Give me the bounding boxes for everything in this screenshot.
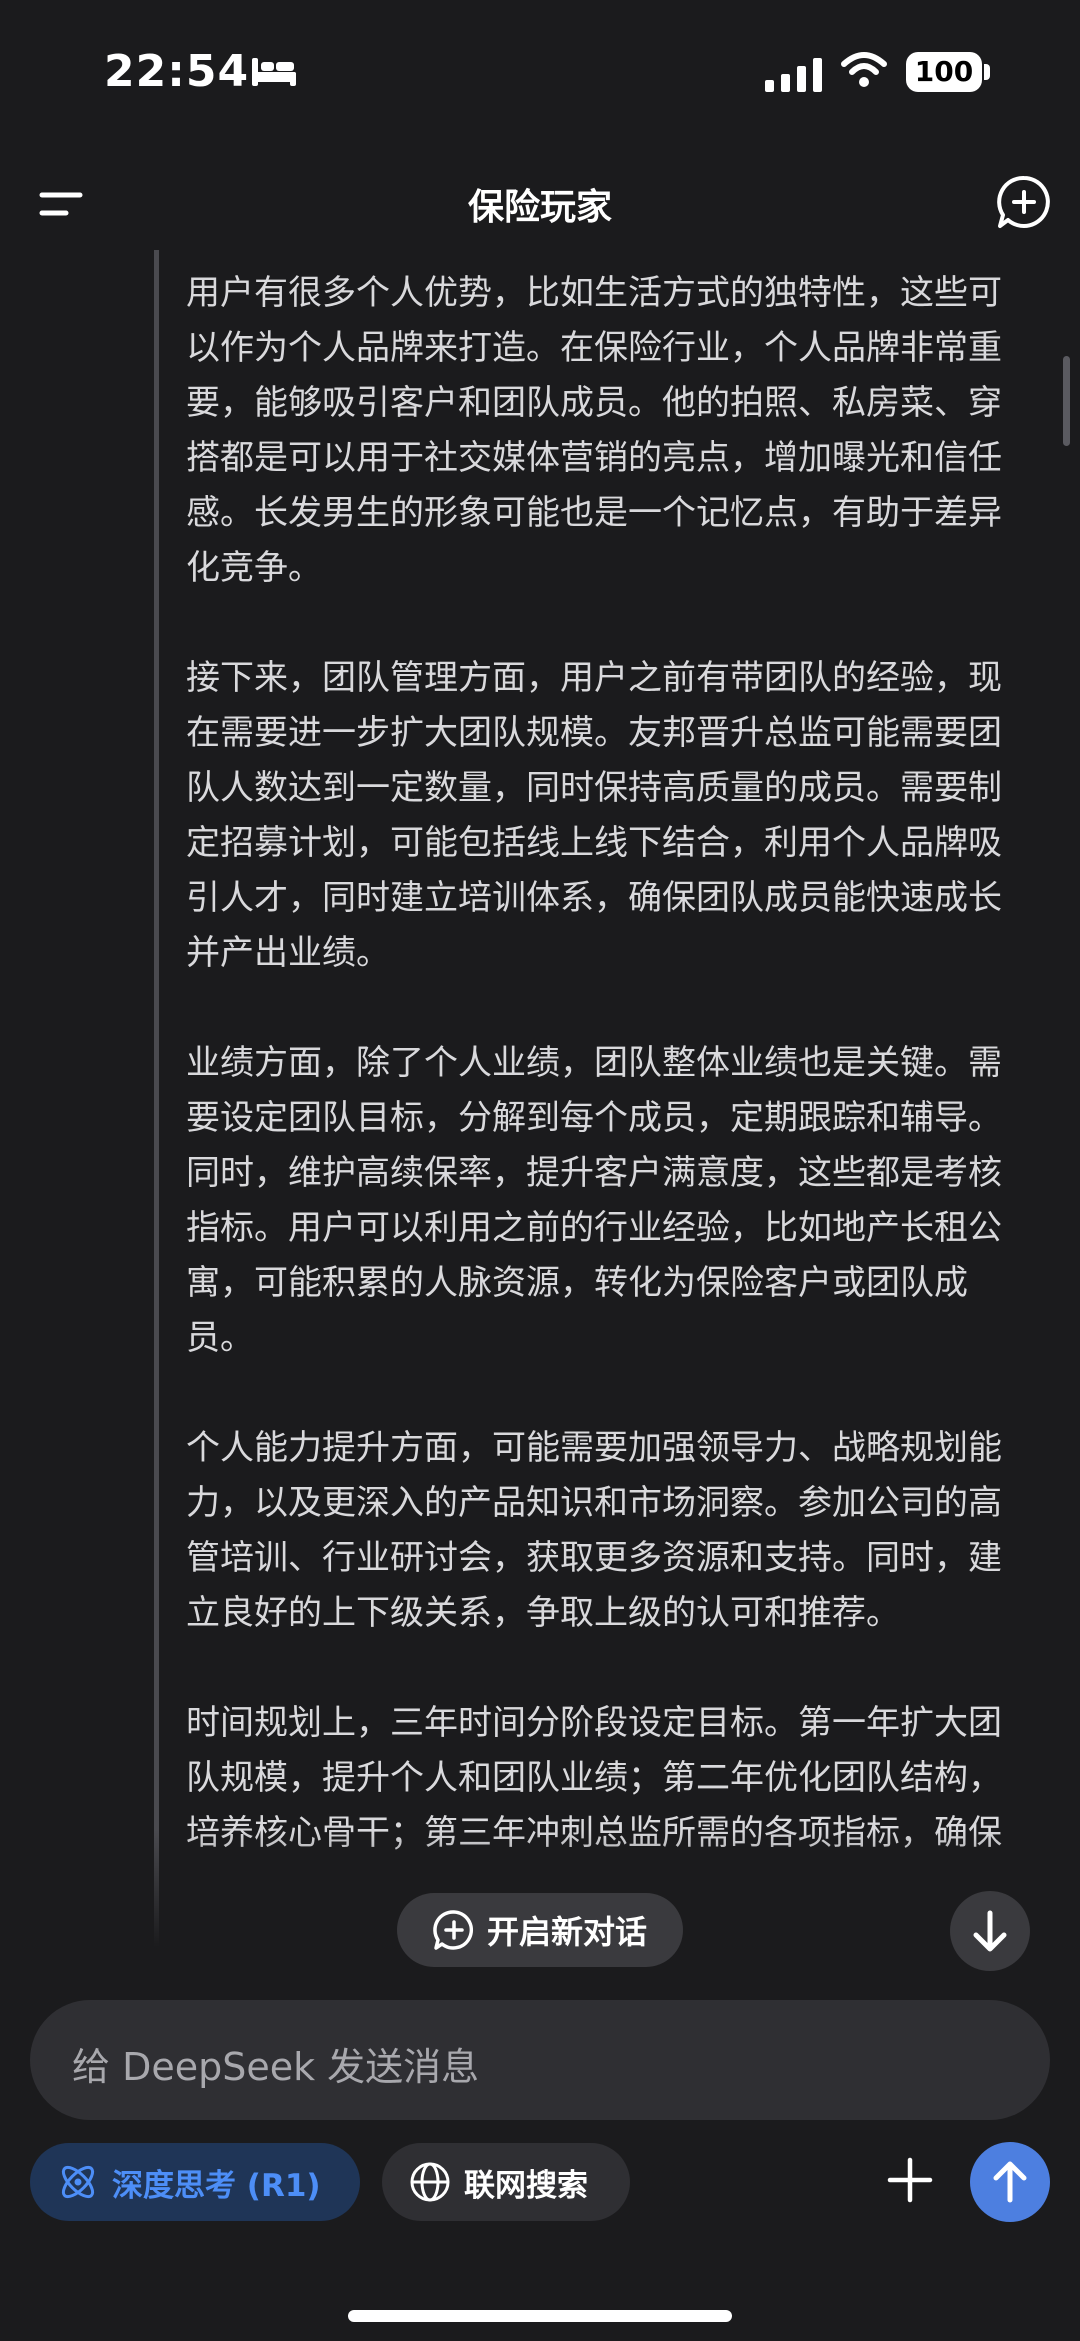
globe-icon bbox=[410, 2162, 450, 2202]
reasoning-paragraphs: 用户有很多个人优势，比如生活方式的独特性，这些可以作为个人品牌来打造。在保险行业… bbox=[186, 266, 1016, 1916]
home-indicator[interactable] bbox=[348, 2310, 732, 2322]
wifi-icon bbox=[841, 52, 887, 87]
deep-think-label: 深度思考 (R1) bbox=[112, 2167, 321, 2204]
status-time: 22:54 bbox=[104, 46, 250, 97]
page-title: 保险玩家 bbox=[467, 187, 612, 228]
battery-tip bbox=[984, 64, 990, 80]
send-button[interactable] bbox=[970, 2142, 1050, 2222]
reasoning-paragraph: 个人能力提升方面，可能需要加强领导力、战略规划能力，以及更深入的产品知识和市场洞… bbox=[186, 1428, 1002, 1633]
reasoning-paragraph: 用户有很多个人优势，比如生活方式的独特性，这些可以作为个人品牌来打造。在保险行业… bbox=[186, 273, 1002, 588]
deep-think-toggle[interactable]: 深度思考 (R1) bbox=[30, 2143, 360, 2221]
top-nav: 保险玩家 bbox=[0, 160, 1080, 250]
plus-icon[interactable] bbox=[886, 2156, 934, 2204]
message-input-placeholder: 给 DeepSeek 发送消息 bbox=[72, 2045, 480, 2089]
web-search-toggle[interactable]: 联网搜索 bbox=[382, 2143, 630, 2221]
new-dialog-label: 开启新对话 bbox=[486, 1913, 647, 1951]
chat-plus-icon bbox=[433, 1910, 474, 1950]
web-search-label: 联网搜索 bbox=[464, 2167, 588, 2204]
arrow-up-icon bbox=[993, 2161, 1027, 2203]
message-input[interactable]: 给 DeepSeek 发送消息 bbox=[30, 2000, 1050, 2120]
scroll-down-button[interactable] bbox=[950, 1891, 1030, 1971]
scrollbar[interactable] bbox=[1063, 356, 1070, 446]
thinking-quote-bar bbox=[154, 250, 159, 1960]
signal-icon bbox=[765, 58, 822, 92]
reasoning-content: 用户有很多个人优势，比如生活方式的独特性，这些可以作为个人品牌来打造。在保险行业… bbox=[0, 250, 1080, 1960]
status-bar: 22:54 100 bbox=[0, 0, 1080, 150]
new-chat-icon[interactable] bbox=[996, 174, 1052, 230]
bed-icon bbox=[252, 58, 296, 86]
battery-indicator: 100 bbox=[906, 52, 982, 92]
arrow-down-icon bbox=[973, 1910, 1007, 1952]
atom-icon bbox=[61, 2165, 95, 2199]
new-dialog-button[interactable]: 开启新对话 bbox=[397, 1893, 683, 1967]
reasoning-paragraph: 接下来，团队管理方面，用户之前有带团队的经验，现在需要进一步扩大团队规模。友邦晋… bbox=[186, 658, 1002, 973]
reasoning-paragraph: 业绩方面，除了个人业绩，团队整体业绩也是关键。需要设定团队目标，分解到每个成员，… bbox=[186, 1043, 1002, 1358]
